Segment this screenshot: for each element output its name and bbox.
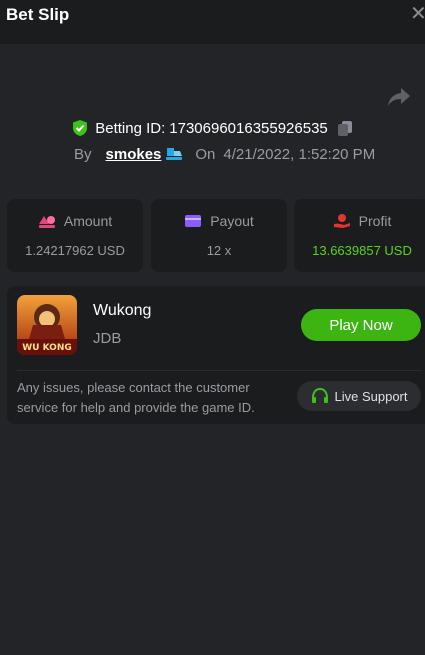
profit-label: Profit: [358, 213, 392, 229]
bettor-row: By smokes On 4/21/2022, 1:52:20 PM: [74, 144, 375, 164]
payout-card: Payout 12 x: [151, 199, 287, 272]
by-label: By: [74, 145, 92, 163]
shield-check-icon: [73, 120, 88, 136]
payout-label: Payout: [210, 213, 254, 229]
betting-id-label: Betting ID:: [95, 119, 166, 137]
game-name: Wukong: [93, 302, 152, 319]
headset-icon: [311, 387, 328, 403]
username-link[interactable]: smokes: [106, 146, 162, 163]
profit-hand-icon: [333, 214, 350, 228]
amount-value: 1.24217962 USD: [25, 243, 125, 258]
profit-card: Profit 13.6639857 USD: [294, 199, 425, 272]
thumb-title: WU KONG: [22, 343, 72, 353]
game-card: WU KONG Wukong JDB Play Now Any issues, …: [7, 286, 425, 424]
betting-id-row: Betting ID: 1730696016355926535: [0, 117, 425, 139]
bet-datetime: 4/21/2022, 1:52:20 PM: [223, 145, 376, 163]
divider: [17, 370, 422, 371]
on-label: On: [195, 145, 216, 163]
live-support-button[interactable]: Live Support: [297, 381, 421, 411]
amount-label: Amount: [63, 213, 113, 229]
support-note: Any issues, please contact the customer …: [17, 380, 255, 415]
payout-value: 12 x: [206, 243, 232, 258]
wukong-artwork: WU KONG: [17, 295, 77, 355]
coins-icon: [38, 216, 55, 228]
betting-id-value: 1730696016355926535: [169, 119, 328, 137]
profit-value: 13.6639857 USD: [312, 243, 412, 258]
copy-icon[interactable]: [337, 120, 353, 136]
page-title: Bet Slip: [6, 5, 70, 24]
header-bar: Bet Slip ✕: [0, 0, 425, 44]
amount-card: Amount 1.24217962 USD: [7, 199, 143, 272]
game-thumbnail[interactable]: WU KONG: [17, 295, 77, 355]
close-icon[interactable]: ✕: [410, 4, 425, 24]
vip-badge-icon: [166, 148, 183, 160]
share-icon[interactable]: [387, 86, 411, 108]
live-support-label: Live Support: [334, 388, 408, 404]
play-now-button[interactable]: Play Now: [301, 309, 421, 341]
wallet-icon: [185, 215, 202, 227]
game-provider: JDB: [93, 330, 122, 347]
